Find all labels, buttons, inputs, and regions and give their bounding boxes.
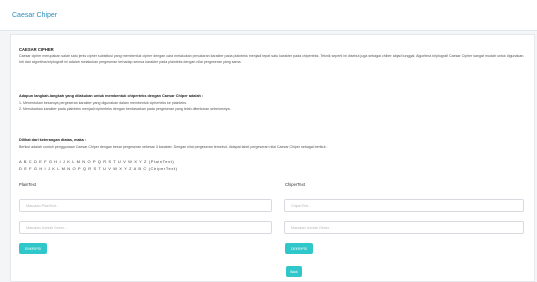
content-panel: CAESAR CIPHER Caesar cipher merupakan sa… (10, 34, 535, 282)
encrypt-button[interactable]: ENKRIPSI (19, 243, 47, 254)
ciphertext-label: ChiperText (285, 182, 306, 187)
step-item-2: 2. Menukarkan karakter pada plainteks me… (19, 107, 231, 111)
top-bar: Caesar Chiper (0, 0, 537, 31)
plaintext-label: PlainText (19, 182, 36, 187)
cipher-alphabet-row: D E F G H I J K L M N O P Q R S T U V W … (19, 166, 178, 171)
example-heading: Dilihat dari keterangan diatas, maka : (19, 138, 87, 142)
page-title: Caesar Chiper (12, 12, 58, 19)
intro-heading: CAESAR CIPHER (19, 47, 54, 52)
plaintext-input[interactable] (19, 199, 272, 212)
intro-paragraph: Caesar cipher merupakan salah satu jenis… (19, 54, 525, 64)
step-item-1: 1. Menentukan besarnya pergeseran karakt… (19, 101, 188, 105)
example-paragraph: Berikut adalah contoh penggunaan Caesar … (19, 145, 328, 149)
ciphertext-shift-input[interactable] (284, 221, 524, 234)
plain-alphabet-row: A B C D E F G H I J K L M N O P Q R S T … (19, 159, 175, 164)
steps-heading: Adapun langkah-langkah yang dilakukan un… (19, 94, 204, 98)
back-button[interactable]: Back (286, 266, 302, 277)
decrypt-button[interactable]: DEKRIPSI (285, 243, 313, 254)
ciphertext-input[interactable] (284, 199, 524, 212)
plaintext-shift-input[interactable] (19, 221, 272, 234)
